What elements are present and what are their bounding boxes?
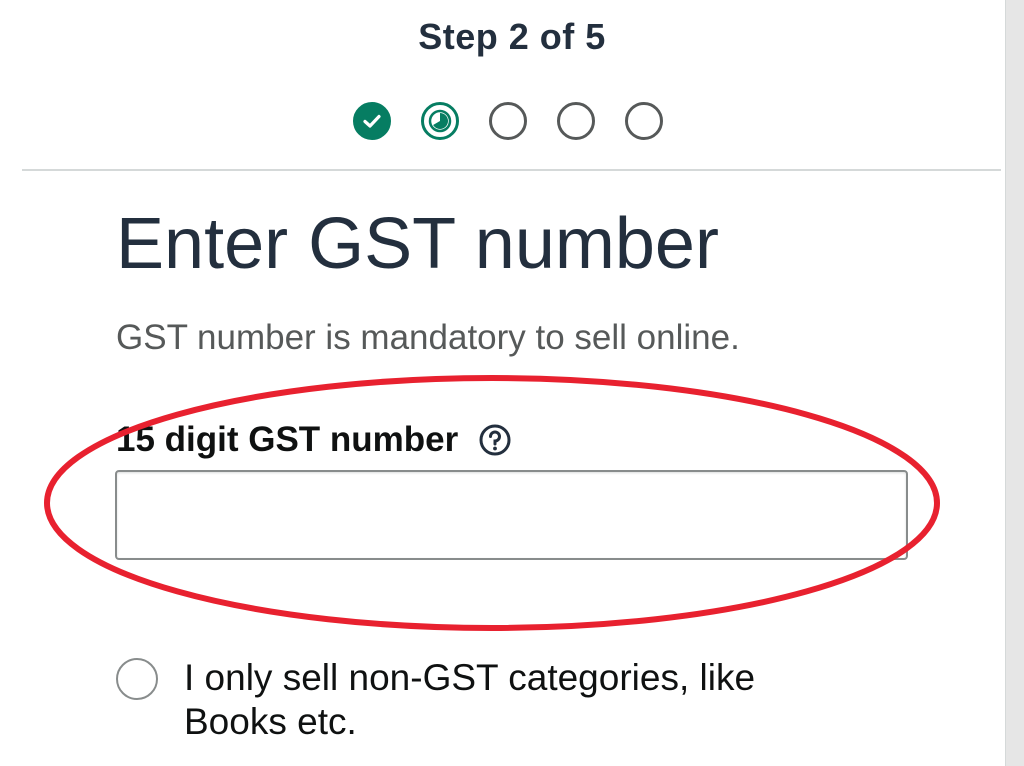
- half-circle-icon: [428, 109, 452, 133]
- step-1-completed: [353, 102, 391, 140]
- step-5-pending: [625, 102, 663, 140]
- step-2-current: [421, 102, 459, 140]
- step-3-pending: [489, 102, 527, 140]
- gst-field-label-text: 15 digit GST number: [116, 420, 459, 459]
- step-4-pending: [557, 102, 595, 140]
- check-icon: [363, 114, 381, 128]
- question-circle-icon[interactable]: [478, 423, 512, 457]
- non-gst-option[interactable]: I only sell non-GST categories, like Boo…: [116, 656, 824, 744]
- scrollbar-track[interactable]: [1005, 0, 1024, 766]
- progress-stepper: [353, 102, 663, 140]
- step-indicator-label: Step 2 of 5: [418, 16, 606, 57]
- header-divider: [22, 169, 1001, 171]
- gst-number-input[interactable]: [115, 470, 908, 560]
- non-gst-radio[interactable]: [116, 658, 158, 700]
- gst-field-label: 15 digit GST number: [116, 420, 512, 460]
- non-gst-option-label: I only sell non-GST categories, like Boo…: [184, 657, 756, 742]
- page-title: Enter GST number: [116, 204, 719, 284]
- page-subtitle: GST number is mandatory to sell online.: [116, 318, 740, 357]
